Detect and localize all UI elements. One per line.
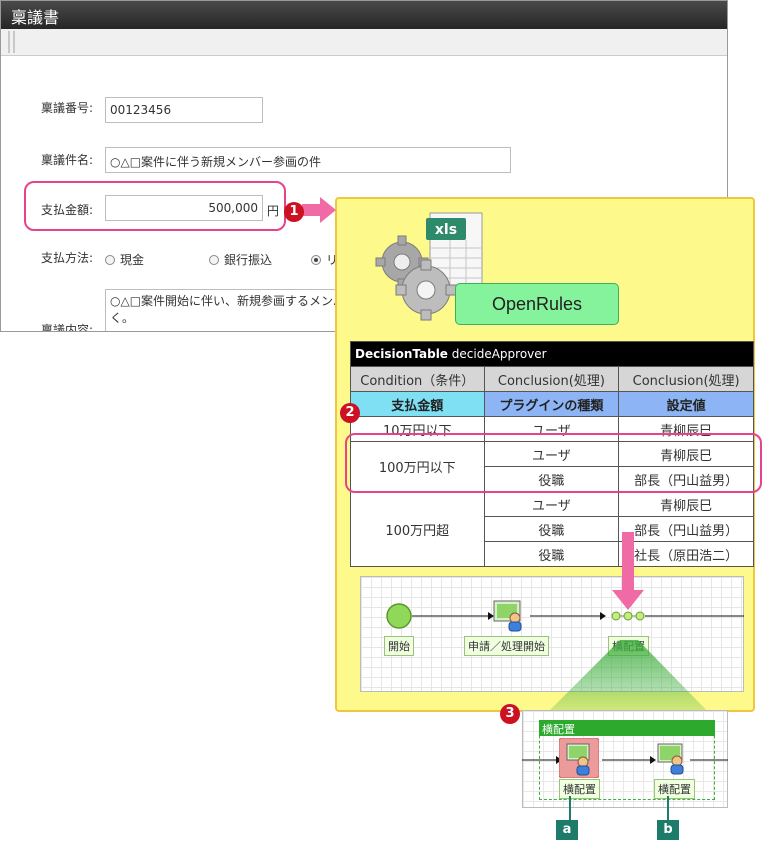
radio-off-icon — [209, 255, 219, 265]
callout-b: b — [657, 820, 679, 840]
parallel-group-header: 横配置 — [539, 720, 715, 736]
start-node-label: 開始 — [384, 636, 414, 656]
callout-line-a — [569, 796, 571, 820]
marker-1: 1 — [284, 202, 304, 222]
payment-method-label: 支払方法: — [41, 251, 94, 265]
payment-method-other-radio[interactable]: リ — [311, 251, 338, 268]
table-row: 100万円超 ユーザ 青柳辰巳 — [350, 491, 754, 567]
header-cell: Conclusion(処理) — [618, 366, 754, 392]
setting-value-cell: 青柳辰巳 — [618, 491, 754, 517]
header-cell: Condition（条件） — [350, 366, 485, 392]
plugin-type-cell: ユーザ — [483, 491, 620, 517]
approval-number-input[interactable]: 00123456 — [105, 97, 263, 123]
openrules-label: OpenRules — [455, 283, 619, 325]
plugin-type-cell: 役職 — [483, 541, 620, 567]
user-task-icon[interactable] — [657, 743, 691, 775]
header-cell: Conclusion(処理) — [483, 366, 620, 392]
decision-table-subheader-row: 支払金額 プラグインの種類 設定値 — [350, 391, 754, 417]
approval-content-textarea[interactable]: ○△□案件開始に伴い、新規参画するメンバ く。 — [105, 289, 365, 331]
zoom-node-a-label: 横配置 — [559, 779, 600, 799]
callout-a: a — [556, 820, 578, 840]
callout-line-b — [667, 796, 669, 820]
marker-2: 2 — [340, 403, 360, 423]
condition-highlight-box — [345, 433, 762, 493]
approval-number-label: 稟議番号: — [41, 101, 94, 115]
plugin-type-cell: 役職 — [483, 516, 620, 542]
subheader-cell: 設定値 — [618, 391, 754, 417]
selected-task-icon[interactable] — [559, 738, 599, 778]
subheader-cell: プラグインの種類 — [483, 391, 620, 417]
condition-cell: 100万円超 — [350, 491, 485, 567]
arrow-down-icon — [612, 532, 644, 610]
approval-subject-input[interactable]: ○△□案件に伴う新規メンバー参画の件 — [105, 147, 511, 173]
decision-table-title-row: DecisionTable decideApprover — [350, 341, 754, 367]
arrow-right-icon — [302, 197, 336, 223]
radio-off-icon — [105, 255, 115, 265]
payment-method-cash-radio[interactable]: 現金 — [105, 251, 144, 268]
marker-3: 3 — [500, 704, 520, 724]
form-title-bar: 稟議書 — [1, 1, 727, 29]
start-node-icon[interactable] — [385, 603, 413, 631]
approval-subject-label: 稟議件名: — [41, 153, 94, 167]
zoom-connections — [522, 756, 728, 764]
toolbar-grip-icon[interactable] — [8, 31, 15, 53]
user-task-icon[interactable] — [493, 600, 527, 632]
form-title: 稟議書 — [11, 8, 60, 27]
subheader-cell: 支払金額 — [350, 391, 485, 417]
amount-highlight-box — [24, 181, 286, 231]
xls-badge-text: xls — [435, 222, 457, 238]
radio-on-icon — [311, 255, 321, 265]
approval-content-label: 稟議内容: — [41, 323, 94, 332]
zoom-node-b-label: 横配置 — [654, 779, 695, 799]
form-toolbar — [1, 29, 727, 56]
payment-method-bank-radio[interactable]: 銀行振込 — [209, 251, 272, 268]
decision-table-header-row: Condition（条件） Conclusion(処理) Conclusion(… — [350, 366, 754, 392]
decision-table-title: DecisionTable decideApprover — [350, 341, 754, 367]
